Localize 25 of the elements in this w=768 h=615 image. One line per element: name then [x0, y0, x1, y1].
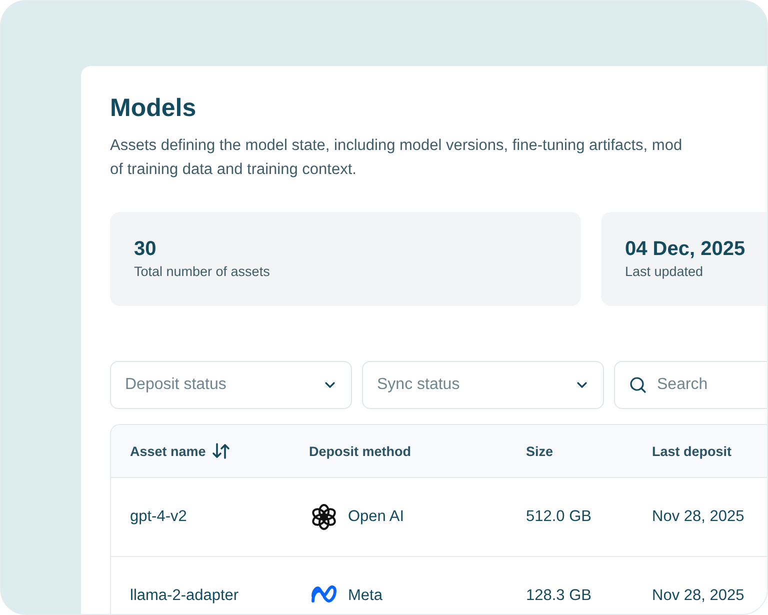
stat-label: Last updated [625, 264, 704, 279]
last-deposit-date: Nov 28, 2025 [652, 508, 744, 526]
asset-size: 128.3 GB [526, 587, 592, 605]
asset-name: llama-2-adapter [130, 587, 239, 605]
asset-size: 512.0 GB [526, 508, 592, 526]
column-header[interactable]: Asset name [130, 444, 206, 458]
knot-logo-icon [309, 502, 339, 532]
page-description: Assets defining the model state, including model versions, fine-tuning artifacts, mod of training data and training context. [110, 136, 684, 180]
deposit-method: Open AI [348, 508, 404, 526]
stat-label: Total number of assets [134, 264, 271, 279]
search-input[interactable]: Search [655, 375, 767, 395]
deposit-method: Meta [348, 587, 382, 605]
column-header: Deposit method [309, 444, 412, 458]
stat-value: 30 [134, 237, 158, 262]
stat-value: 04 Dec, 2025 [625, 237, 746, 262]
filter-dropdown[interactable]: Sync status [362, 361, 604, 409]
filter-dropdown[interactable]: Deposit status [110, 361, 352, 409]
search-icon [629, 376, 647, 394]
column-header: Last deposit [652, 444, 732, 458]
column-header: Size [526, 444, 554, 458]
sort-arrows-icon[interactable] [212, 443, 230, 459]
asset-name: gpt-4-v2 [130, 508, 187, 526]
last-deposit-date: Nov 28, 2025 [652, 587, 744, 605]
search-field[interactable]: Search [614, 361, 767, 409]
page-title: Models [110, 93, 198, 124]
